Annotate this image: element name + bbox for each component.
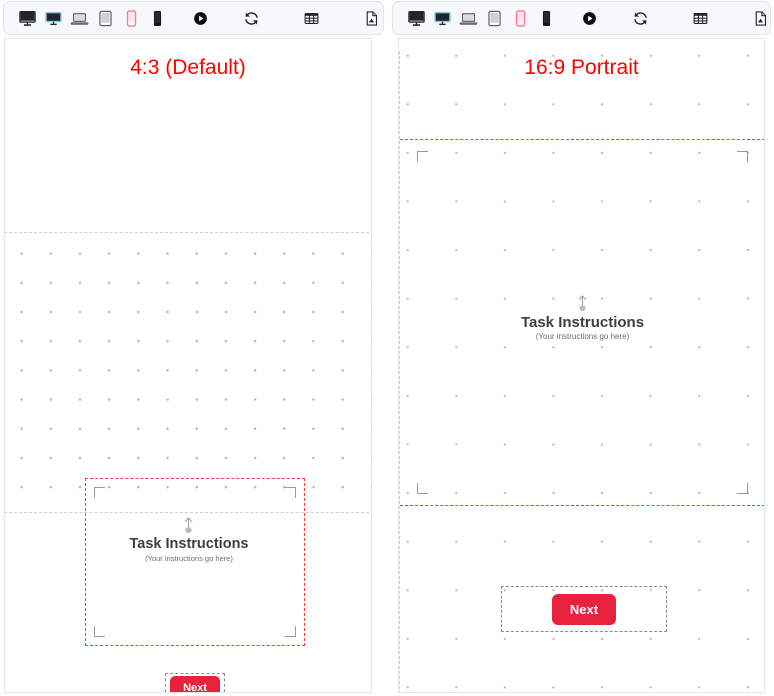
aspect-ratio-preview-app: 4:3 (Default) Task Instructions (Your in… bbox=[0, 0, 774, 696]
task-instructions-subtext: (Your instructions go here) bbox=[535, 332, 630, 342]
aspect-ratio-title-left: 4:3 (Default) bbox=[130, 56, 246, 79]
grid-icon[interactable] bbox=[298, 5, 324, 31]
desktop-monitor-icon[interactable] bbox=[14, 5, 40, 31]
task-instructions-left: Task Instructions (Your instructions go … bbox=[129, 516, 249, 563]
mobile-icon[interactable] bbox=[507, 5, 533, 31]
record-icon[interactable] bbox=[576, 5, 602, 31]
viewport-grid-right: Task Instructions (Your instructions go … bbox=[399, 51, 764, 692]
task-instructions-heading: Task Instructions bbox=[520, 314, 645, 331]
task-instructions-right: Task Instructions (Your instructions go … bbox=[521, 294, 644, 342]
corner-bracket-bottom-left bbox=[417, 483, 428, 494]
task-instructions-subtext: (Your instructions go here) bbox=[145, 553, 233, 563]
next-button[interactable]: Next bbox=[170, 675, 220, 692]
corner-bracket-bottom-right bbox=[285, 626, 296, 637]
export-file-icon[interactable] bbox=[747, 5, 773, 31]
preview-pane-left: 4:3 (Default) Task Instructions (Your in… bbox=[0, 0, 387, 696]
next-button[interactable]: Next bbox=[551, 593, 617, 625]
safe-area-line-top bbox=[400, 139, 764, 140]
next-button-slot-left: Next bbox=[165, 673, 225, 692]
cursor-arrow-icon bbox=[578, 295, 587, 312]
next-button-slot-right: Next bbox=[501, 586, 667, 632]
corner-bracket-top-left bbox=[417, 151, 428, 162]
laptop-icon[interactable] bbox=[455, 5, 481, 31]
mobile-icon[interactable] bbox=[118, 5, 144, 31]
corner-bracket-top-left bbox=[94, 487, 105, 498]
corner-bracket-bottom-left bbox=[94, 626, 105, 637]
preview-pane-right: 16:9 Portrait Task Instructions (Your in… bbox=[389, 0, 774, 696]
laptop-icon[interactable] bbox=[66, 5, 92, 31]
safe-area-line-bottom bbox=[400, 505, 764, 506]
tablet-icon[interactable] bbox=[92, 5, 118, 31]
corner-bracket-top-right bbox=[285, 487, 296, 498]
canvas-left: 4:3 (Default) Task Instructions (Your in… bbox=[4, 38, 372, 693]
mobile-filled-icon[interactable] bbox=[533, 5, 559, 31]
canvas-right: 16:9 Portrait Task Instructions (Your in… bbox=[398, 38, 765, 693]
record-icon[interactable] bbox=[187, 5, 213, 31]
monitor-icon[interactable] bbox=[429, 5, 455, 31]
desktop-monitor-icon[interactable] bbox=[403, 5, 429, 31]
export-file-icon[interactable] bbox=[358, 5, 384, 31]
toolbar-left bbox=[3, 1, 384, 35]
task-instructions-heading: Task Instructions bbox=[129, 536, 249, 552]
refresh-icon[interactable] bbox=[238, 5, 264, 31]
cursor-arrow-icon bbox=[185, 517, 193, 534]
corner-bracket-bottom-right bbox=[737, 483, 748, 494]
tablet-icon[interactable] bbox=[481, 5, 507, 31]
mobile-filled-icon[interactable] bbox=[144, 5, 170, 31]
monitor-icon[interactable] bbox=[40, 5, 66, 31]
toolbar-right bbox=[392, 1, 771, 35]
corner-bracket-top-right bbox=[737, 151, 748, 162]
refresh-icon[interactable] bbox=[627, 5, 653, 31]
grid-icon[interactable] bbox=[687, 5, 713, 31]
viewport-grid-left: Task Instructions (Your instructions go … bbox=[5, 232, 371, 692]
